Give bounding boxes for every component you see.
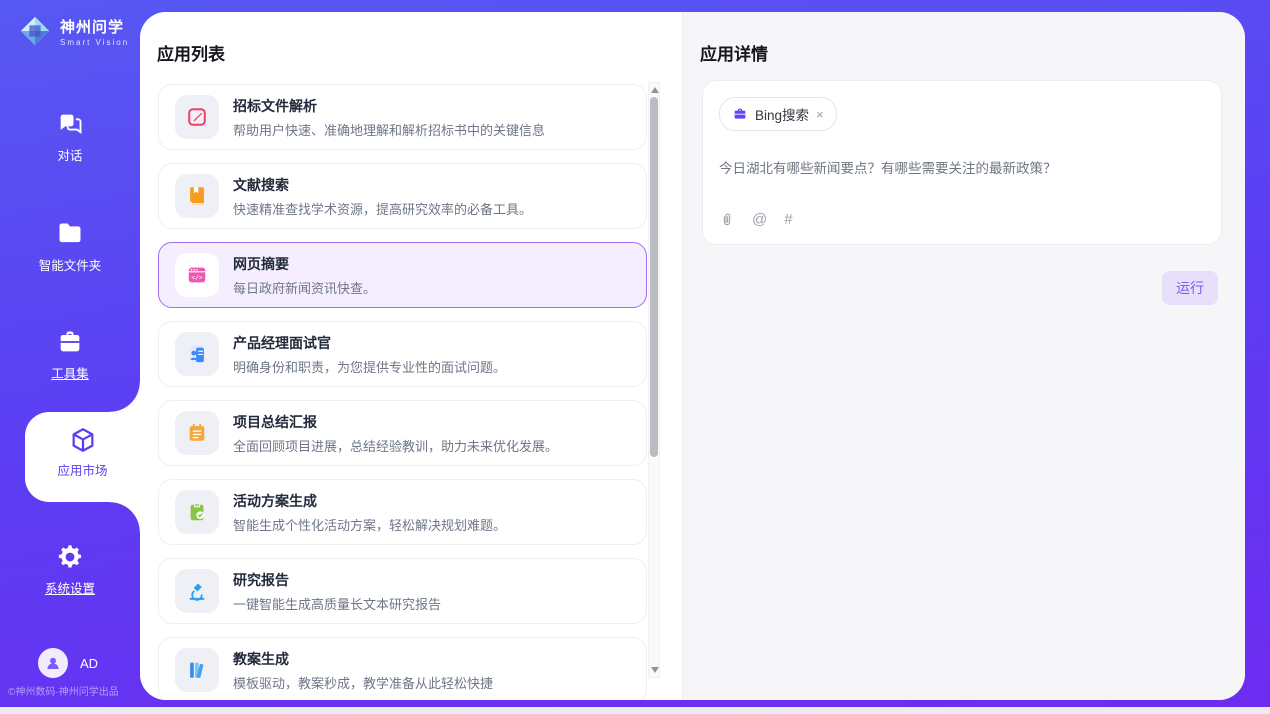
app-title: 研究报告 <box>233 570 441 590</box>
app-description: 智能生成个性化活动方案，轻松解决规划难题。 <box>233 515 506 534</box>
run-button[interactable]: 运行 <box>1162 271 1218 305</box>
prompt-toolbar: @ # <box>719 211 1205 228</box>
interview-doc-icon <box>186 343 208 365</box>
app-description: 每日政府新闻资讯快查。 <box>233 278 376 297</box>
tender-edit-icon <box>186 106 208 128</box>
sidebar-item-app-market-active[interactable]: 应用市场 <box>25 412 140 502</box>
app-title: 项目总结汇报 <box>233 412 558 432</box>
app-title: 教案生成 <box>233 649 493 669</box>
webpage-code-icon: </> <box>186 264 208 286</box>
mention-at-icon[interactable]: @ <box>752 211 767 228</box>
tool-tag-label: Bing搜索 <box>755 104 809 124</box>
close-icon[interactable]: × <box>816 108 824 121</box>
sidebar-item-label: 工具集 <box>0 363 140 382</box>
cube-icon <box>69 426 97 454</box>
sidebar-item-label: 系统设置 <box>0 578 140 597</box>
window-bottom-strip <box>0 707 1270 714</box>
sidebar-item-chat[interactable]: 对话 <box>0 110 140 164</box>
app-card[interactable]: 教案生成 模板驱动，教案秒成，教学准备从此轻松快捷 <box>158 637 647 700</box>
diamond-logo-icon <box>18 14 52 48</box>
app-card[interactable]: 研究报告 一键智能生成高质量长文本研究报告 <box>158 558 647 624</box>
app-title: 招标文件解析 <box>233 96 545 116</box>
app-detail-panel: 应用详情 Bing搜索 × 今日湖北有哪些新闻要点？有哪些需要关注的最新政策？ … <box>683 12 1245 700</box>
app-title: 产品经理面试官 <box>233 333 506 353</box>
app-icon-tile <box>175 411 219 455</box>
user-initials: AD <box>80 656 98 671</box>
main-content: 应用列表 招标文件解析 帮助用户快速、准确地理解和解析招标书中的关键信息 <box>140 12 1245 700</box>
app-description: 模板驱动，教案秒成，教学准备从此轻松快捷 <box>233 673 493 692</box>
avatar <box>38 648 68 678</box>
prompt-text-input[interactable]: 今日湖北有哪些新闻要点？有哪些需要关注的最新政策？ <box>719 157 1205 177</box>
brand-logo: 神州问学 Smart Vision <box>18 14 129 48</box>
app-icon-tile <box>175 174 219 218</box>
hash-icon[interactable]: # <box>784 211 792 228</box>
app-card[interactable]: 文献搜索 快速精准查找学术资源，提高研究效率的必备工具。 <box>158 163 647 229</box>
books-icon <box>186 659 208 681</box>
sidebar-item-settings[interactable]: 系统设置 <box>0 543 140 597</box>
app-description: 帮助用户快速、准确地理解和解析招标书中的关键信息 <box>233 120 545 139</box>
app-title: 文献搜索 <box>233 175 532 195</box>
app-title: 活动方案生成 <box>233 491 506 511</box>
tool-tag-bing-search[interactable]: Bing搜索 × <box>719 97 837 131</box>
sidebar-item-toolset[interactable]: 工具集 <box>0 328 140 382</box>
app-card-selected[interactable]: </> 网页摘要 每日政府新闻资讯快查。 <box>158 242 647 308</box>
user-account[interactable]: AD <box>38 648 98 678</box>
user-icon <box>44 654 62 672</box>
sidebar-item-label: 对话 <box>0 145 140 164</box>
microscope-icon <box>186 580 208 602</box>
chat-icon <box>56 110 84 138</box>
app-card[interactable]: 项目总结汇报 全面回顾项目进展，总结经验教训，助力未来优化发展。 <box>158 400 647 466</box>
app-list-title: 应用列表 <box>157 40 225 65</box>
app-icon-tile <box>175 648 219 692</box>
app-card[interactable]: 招标文件解析 帮助用户快速、准确地理解和解析招标书中的关键信息 <box>158 84 647 150</box>
app-detail-title: 应用详情 <box>700 40 768 65</box>
report-note-icon <box>186 422 208 444</box>
book-icon <box>186 185 208 207</box>
toolbox-icon <box>56 328 84 356</box>
app-list-panel: 应用列表 招标文件解析 帮助用户快速、准确地理解和解析招标书中的关键信息 <box>140 12 683 700</box>
paperclip-icon[interactable] <box>719 212 735 228</box>
app-card[interactable]: 产品经理面试官 明确身份和职责，为您提供专业性的面试问题。 <box>158 321 647 387</box>
app-description: 一键智能生成高质量长文本研究报告 <box>233 594 441 613</box>
app-description: 快速精准查找学术资源，提高研究效率的必备工具。 <box>233 199 532 218</box>
scrollbar-thumb[interactable] <box>650 97 658 457</box>
app-icon-tile <box>175 332 219 376</box>
copyright-footer: ©神州数码·神州问学出品 <box>8 683 140 698</box>
app-icon-tile <box>175 95 219 139</box>
prompt-card: Bing搜索 × 今日湖北有哪些新闻要点？有哪些需要关注的最新政策？ @ # <box>702 80 1222 245</box>
svg-text:</>: </> <box>191 273 203 281</box>
briefcase-icon <box>732 106 748 122</box>
app-list: 招标文件解析 帮助用户快速、准确地理解和解析招标书中的关键信息 文献搜索 快速精… <box>158 84 647 700</box>
brand-subtitle: Smart Vision <box>60 38 129 47</box>
app-card[interactable]: 活动方案生成 智能生成个性化活动方案，轻松解决规划难题。 <box>158 479 647 545</box>
app-title: 网页摘要 <box>233 254 376 274</box>
scroll-up-arrow-icon[interactable] <box>651 87 659 93</box>
brand-name: 神州问学 <box>60 16 129 37</box>
sidebar-item-label: 应用市场 <box>25 460 140 479</box>
clipboard-check-icon <box>186 501 208 523</box>
app-icon-tile: </> <box>175 253 219 297</box>
app-list-scrollbar[interactable] <box>648 82 660 678</box>
gear-icon <box>56 543 84 571</box>
sidebar: 神州问学 Smart Vision 对话 智能文件夹 工具集 应用市场 <box>0 0 140 714</box>
app-icon-tile <box>175 490 219 534</box>
app-icon-tile <box>175 569 219 613</box>
sidebar-item-smart-folder[interactable]: 智能文件夹 <box>0 220 140 274</box>
sidebar-item-label: 智能文件夹 <box>0 255 140 274</box>
app-description: 明确身份和职责，为您提供专业性的面试问题。 <box>233 357 506 376</box>
app-description: 全面回顾项目进展，总结经验教训，助力未来优化发展。 <box>233 436 558 455</box>
scroll-down-arrow-icon[interactable] <box>651 667 659 673</box>
folder-icon <box>56 220 84 248</box>
